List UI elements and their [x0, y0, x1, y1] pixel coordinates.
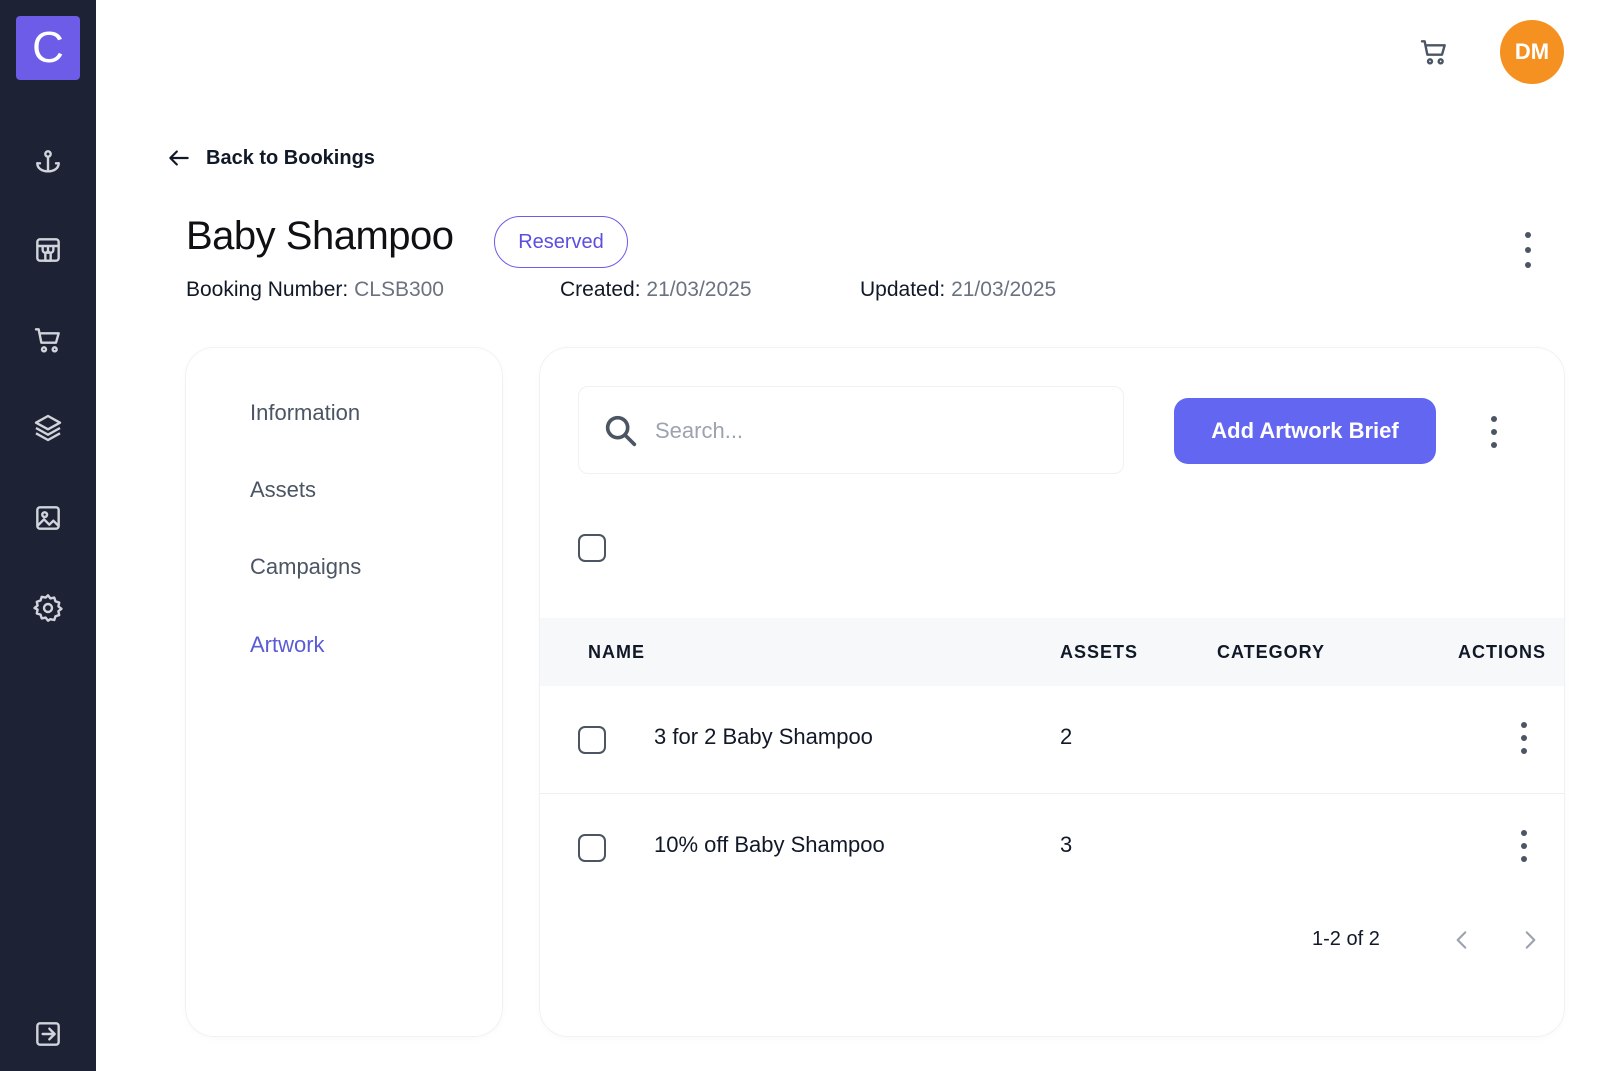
page-title: Baby Shampoo: [186, 214, 454, 258]
back-link-label: Back to Bookings: [206, 146, 375, 169]
created-date: Created: 21/03/2025: [560, 278, 752, 302]
artwork-panel: Add Artwork Brief NAME ASSETS CATEGORY A…: [540, 348, 1564, 1036]
created-value: 21/03/2025: [646, 278, 752, 301]
nav-item-campaigns[interactable]: Campaigns: [250, 554, 361, 580]
row-assets: 2: [1060, 724, 1073, 749]
column-name[interactable]: NAME: [588, 642, 645, 663]
column-actions: ACTIONS: [1458, 642, 1546, 662]
row-actions-icon[interactable]: [1514, 722, 1534, 754]
header-more-menu-icon[interactable]: [1518, 232, 1538, 268]
user-avatar[interactable]: DM: [1500, 20, 1564, 84]
updated-value: 21/03/2025: [951, 278, 1057, 301]
layers-icon[interactable]: [28, 408, 68, 448]
nav-item-assets[interactable]: Assets: [250, 477, 316, 503]
section-nav: Information Assets Campaigns Artwork: [186, 348, 502, 1036]
row-name: 3 for 2 Baby Shampoo: [654, 724, 873, 749]
nav-item-artwork[interactable]: Artwork: [250, 632, 325, 658]
back-to-bookings-link[interactable]: Back to Bookings: [166, 142, 375, 174]
store-icon[interactable]: [28, 230, 68, 270]
booking-number-label: Booking Number:: [186, 278, 349, 301]
anchor-icon[interactable]: [28, 142, 68, 182]
column-assets[interactable]: ASSETS: [1060, 642, 1138, 663]
app-logo[interactable]: C: [16, 16, 80, 80]
logo-letter: C: [32, 23, 64, 72]
search-box: [578, 386, 1124, 474]
row-actions-icon[interactable]: [1514, 830, 1534, 862]
chevron-right-icon: [1525, 931, 1536, 949]
table-more-menu-icon[interactable]: [1484, 416, 1504, 448]
row-checkbox[interactable]: [578, 834, 606, 862]
prev-page-button[interactable]: [1444, 922, 1480, 958]
logout-icon[interactable]: [28, 1014, 68, 1054]
chevron-left-icon: [1456, 931, 1467, 949]
nav-item-information[interactable]: Information: [250, 400, 360, 426]
cart-icon: [1420, 40, 1446, 65]
gear-icon[interactable]: [28, 588, 68, 628]
table-header: NAME ASSETS CATEGORY ACTIONS: [540, 618, 1564, 686]
table-row[interactable]: 3 for 2 Baby Shampoo 2: [540, 686, 1564, 794]
booking-number-value: CLSB300: [354, 278, 444, 301]
image-icon[interactable]: [28, 498, 68, 538]
cart-icon[interactable]: [28, 320, 68, 360]
sidebar: C: [0, 0, 96, 1071]
add-artwork-brief-button[interactable]: Add Artwork Brief: [1174, 398, 1436, 464]
status-badge: Reserved: [494, 216, 628, 268]
cart-button[interactable]: [1414, 32, 1454, 72]
avatar-initials: DM: [1514, 39, 1550, 64]
next-page-button[interactable]: [1512, 922, 1548, 958]
pagination-info: 1-2 of 2: [1312, 928, 1380, 950]
row-assets: 3: [1060, 832, 1073, 857]
created-label: Created:: [560, 278, 641, 301]
search-icon: [605, 415, 637, 447]
search-input[interactable]: [655, 409, 1095, 453]
updated-date: Updated: 21/03/2025: [860, 278, 1056, 302]
row-name: 10% off Baby Shampoo: [654, 832, 885, 857]
table-row[interactable]: 10% off Baby Shampoo 3: [540, 794, 1564, 902]
booking-number: Booking Number: CLSB300: [186, 278, 444, 302]
row-checkbox[interactable]: [578, 726, 606, 754]
select-all-checkbox[interactable]: [578, 534, 606, 562]
updated-label: Updated:: [860, 278, 946, 301]
arrow-left-icon: [169, 150, 189, 166]
column-category[interactable]: CATEGORY: [1217, 642, 1325, 663]
